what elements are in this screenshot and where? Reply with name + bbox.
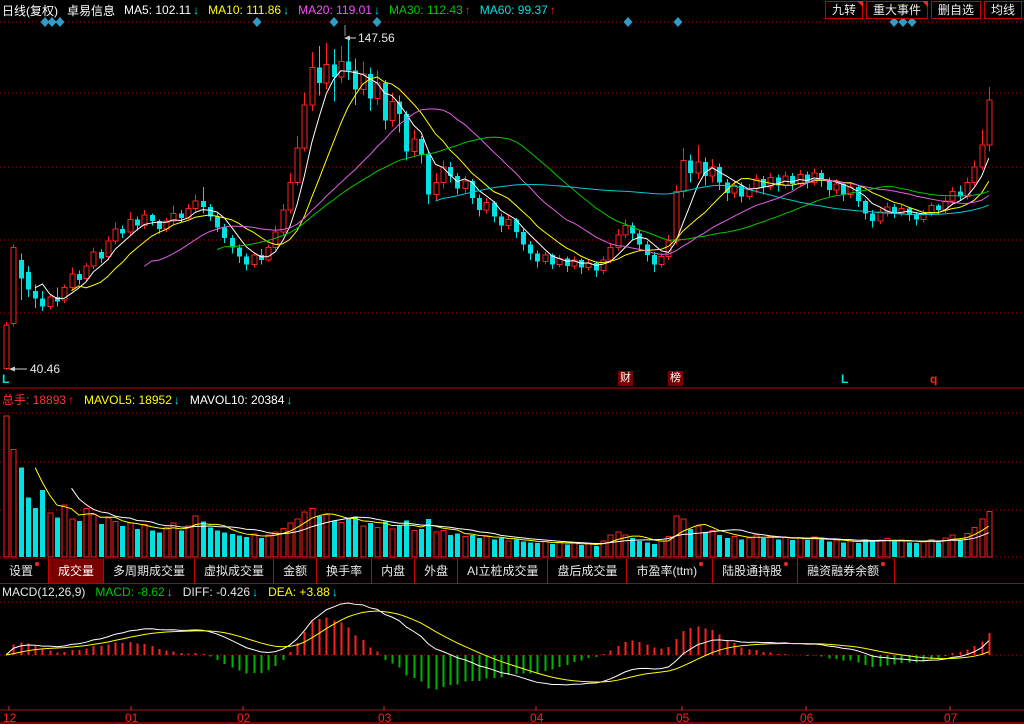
tab-盘后成交量[interactable]: 盘后成交量 xyxy=(548,558,627,583)
volume-ma-lines xyxy=(35,468,989,545)
tab-市盈率(ttm)[interactable]: 市盈率(ttm) xyxy=(627,558,713,583)
chart-canvas[interactable] xyxy=(0,0,1024,724)
red-dot-icon xyxy=(699,562,703,566)
red-dot-icon xyxy=(784,562,788,566)
macd-stat-0: MACD(12,26,9) xyxy=(2,585,85,599)
volume-stat-0: 总手: 18893↑ xyxy=(2,391,74,408)
red-dot-icon xyxy=(881,562,885,566)
up-arrow-icon: ↑ xyxy=(465,3,471,17)
down-arrow-icon: ↓ xyxy=(374,3,380,17)
month-label-05: 05 xyxy=(676,711,689,724)
down-arrow-icon: ↓ xyxy=(193,3,199,17)
down-arrow-icon: ↓ xyxy=(332,585,338,599)
volume-stat-2: MAVOL10: 20384↓ xyxy=(190,393,293,407)
up-arrow-icon: ↑ xyxy=(550,3,556,17)
macd-stat-3: DEA: +3.88↓ xyxy=(268,585,338,599)
event-badge-榜[interactable]: 榜 xyxy=(668,371,683,386)
header-button-均线[interactable]: 均线 xyxy=(984,1,1022,19)
price-annotations xyxy=(9,25,356,372)
ma-values-group: MA5: 102.11↓ MA10: 111.86↓ MA20: 119.01↓ MA… xyxy=(124,3,556,17)
tab-陆股通持股[interactable]: 陆股通持股 xyxy=(713,558,798,583)
signal-marker-q[interactable]: q xyxy=(930,372,937,386)
down-arrow-icon: ↓ xyxy=(174,393,180,407)
ma-value-4: MA60: 99.37↑ xyxy=(480,3,556,17)
td9-diamond-markers xyxy=(41,17,917,27)
event-badge-财[interactable]: 财 xyxy=(618,371,633,386)
tab-换手率[interactable]: 换手率 xyxy=(317,558,372,583)
stock-chart-app: 日线(复权) 卓易信息 MA5: 102.11↓ MA10: 111.86↓ MA2… xyxy=(0,0,1024,724)
month-label-07: 07 xyxy=(944,711,957,724)
period-label: 日线(复权) xyxy=(2,2,58,19)
macd-stat-1: MACD: -8.62↓ xyxy=(95,585,172,599)
tab-AI立桩成交量[interactable]: AI立桩成交量 xyxy=(458,558,548,583)
volume-stat-1: MAVOL5: 18952↓ xyxy=(84,393,180,407)
down-arrow-icon: ↓ xyxy=(286,393,292,407)
macd-header: MACD(12,26,9) MACD: -8.62↓ DIFF: -0.426↓ DE… xyxy=(2,585,338,599)
month-label-04: 04 xyxy=(530,711,543,724)
up-arrow-icon: ↑ xyxy=(68,393,74,407)
volume-header: 总手: 18893↑ MAVOL5: 18952↓ MAVOL10: 20384↓ xyxy=(2,391,292,408)
down-arrow-icon: ↓ xyxy=(167,585,173,599)
header-buttons: 九转重大事件删自选均线 xyxy=(825,1,1022,19)
macd-histogram xyxy=(7,617,990,689)
chart-header: 日线(复权) 卓易信息 MA5: 102.11↓ MA10: 111.86↓ MA2… xyxy=(2,2,556,18)
tab-成交量[interactable]: 成交量 xyxy=(49,558,104,583)
tab-外盘[interactable]: 外盘 xyxy=(415,558,458,583)
tab-虚拟成交量[interactable]: 虚拟成交量 xyxy=(195,558,274,583)
ma-value-2: MA20: 119.01↓ xyxy=(298,3,380,17)
ma-value-3: MA30: 112.43↑ xyxy=(389,3,471,17)
peak-price-label: 147.56 xyxy=(358,31,395,45)
down-arrow-icon: ↓ xyxy=(283,3,289,17)
tab-设置[interactable]: 设置 xyxy=(0,558,49,583)
header-button-重大事件[interactable]: 重大事件 xyxy=(866,1,928,19)
ma-value-1: MA10: 111.86↓ xyxy=(208,3,289,17)
stock-name: 卓易信息 xyxy=(67,2,115,19)
low-price-label: 40.46 xyxy=(30,362,60,376)
month-label-12: 12 xyxy=(3,711,16,724)
volume-bars xyxy=(4,416,992,557)
x-axis: 12 01 02 03 04 05 06 07 xyxy=(0,711,1024,724)
signal-marker-L[interactable]: L xyxy=(841,372,848,386)
macd-lines xyxy=(6,603,989,685)
grid-lines xyxy=(0,22,1024,723)
red-dot-icon xyxy=(35,562,39,566)
month-label-06: 06 xyxy=(800,711,813,724)
left-corner-marker: L xyxy=(2,372,9,386)
tab-金额[interactable]: 金额 xyxy=(274,558,317,583)
tab-多周期成交量[interactable]: 多周期成交量 xyxy=(104,558,195,583)
candlesticks xyxy=(4,38,992,370)
header-button-删自选[interactable]: 删自选 xyxy=(931,1,981,19)
month-label-01: 01 xyxy=(125,711,138,724)
month-label-03: 03 xyxy=(378,711,391,724)
indicator-tab-bar: 设置成交量多周期成交量虚拟成交量金额换手率内盘外盘AI立桩成交量盘后成交量市盈率… xyxy=(0,558,1024,584)
tab-内盘[interactable]: 内盘 xyxy=(372,558,415,583)
tab-融资融券余额[interactable]: 融资融券余额 xyxy=(798,558,895,583)
ma-value-0: MA5: 102.11↓ xyxy=(124,3,199,17)
down-arrow-icon: ↓ xyxy=(252,585,258,599)
month-label-02: 02 xyxy=(237,711,250,724)
header-button-九转[interactable]: 九转 xyxy=(825,1,863,19)
macd-stat-2: DIFF: -0.426↓ xyxy=(183,585,258,599)
